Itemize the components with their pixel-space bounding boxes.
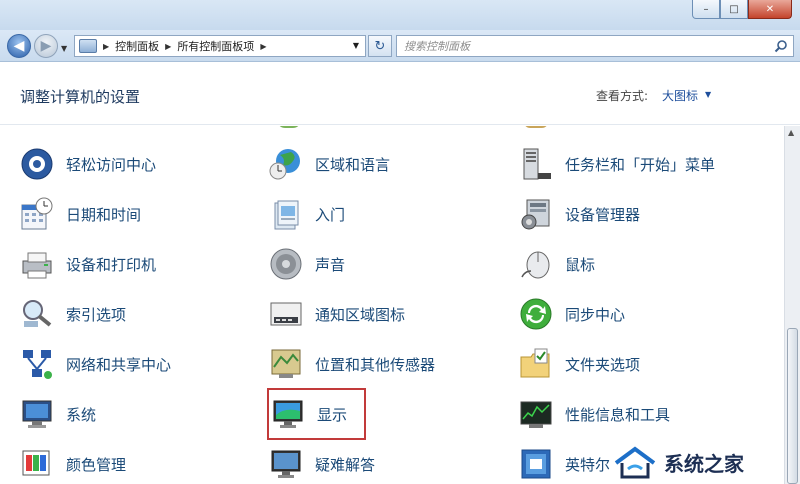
printer-icon (22, 252, 52, 279)
item-intel[interactable]: 英特尔 (519, 442, 610, 484)
folder-options-icon (520, 348, 550, 378)
item-troubleshooting[interactable]: 疑难解答 (269, 442, 375, 484)
item-label: 轻松访问中心 (66, 155, 157, 174)
item-label: 通知区域图标 (315, 305, 406, 324)
item-label: 鼠标 (565, 255, 596, 274)
item-label: 文件夹选项 (565, 355, 641, 374)
troubleshooting-icon (271, 450, 301, 478)
item-mouse[interactable]: 鼠标 (519, 242, 595, 286)
recent-pages-dropdown-icon[interactable]: ▼ (61, 44, 67, 53)
item-system[interactable]: 系统 (20, 392, 96, 436)
control-panel-icon (79, 39, 97, 53)
item-taskbar-start-menu[interactable]: 任务栏和「开始」菜单 (519, 142, 715, 186)
control-panel-items: 轻松访问中心 区域和语言 任务栏和「开始」菜单 日期和时间 入门 设备管理器 设… (0, 126, 784, 484)
item-performance[interactable]: 性能信息和工具 (519, 392, 670, 436)
item-notification-icons[interactable]: 通知区域图标 (269, 292, 405, 336)
color-management-icon (22, 450, 50, 476)
item-label: 设备和打印机 (66, 255, 157, 274)
network-icon (23, 350, 52, 379)
breadcrumb-separator-icon[interactable]: ▶ (165, 42, 171, 51)
location-sensor-icon (271, 349, 301, 378)
scroll-up-icon[interactable]: ▲ (788, 128, 798, 138)
minimize-button[interactable]: – (692, 0, 720, 19)
maximize-button[interactable]: □ (720, 0, 748, 19)
view-by-dropdown[interactable]: 大图标 (662, 87, 698, 104)
page-title: 调整计算机的设置 (20, 88, 141, 106)
forward-button[interactable]: ▶ (34, 34, 58, 58)
item-label: 位置和其他传感器 (315, 355, 436, 374)
device-manager-icon (521, 199, 550, 230)
item-label: 区域和语言 (315, 155, 391, 174)
breadcrumb-separator-icon[interactable]: ▶ (260, 42, 266, 51)
ease-of-access-icon (21, 148, 53, 180)
item-getting-started[interactable]: 入门 (269, 192, 345, 236)
item-device-manager[interactable]: 设备管理器 (519, 192, 640, 236)
item-label: 任务栏和「开始」菜单 (565, 155, 716, 174)
item-date-time[interactable]: 日期和时间 (20, 192, 141, 236)
item-label: 性能信息和工具 (565, 405, 671, 424)
item-label: 英特尔 (565, 455, 611, 474)
refresh-button[interactable]: ↻ (368, 35, 392, 57)
notification-icon (270, 302, 302, 326)
item-region-language[interactable]: 区域和语言 (269, 142, 390, 186)
item-folder-options[interactable]: 文件夹选项 (519, 342, 640, 386)
item-label: 系统 (66, 405, 97, 424)
taskbar-icon (523, 148, 551, 180)
breadcrumb-separator-icon[interactable]: ▶ (103, 42, 109, 51)
item-label: 同步中心 (565, 305, 626, 324)
chevron-down-icon[interactable]: ▼ (705, 90, 711, 99)
search-input[interactable] (404, 39, 764, 53)
breadcrumb[interactable]: ▶ 控制面板 ▶ 所有控制面板项 ▶ ▼ (74, 35, 366, 57)
system-icon (22, 400, 52, 428)
item-label: 颜色管理 (66, 455, 127, 474)
item-label: 入门 (315, 205, 346, 224)
item-label: 日期和时间 (66, 205, 142, 224)
breadcrumb-all-items[interactable]: 所有控制面板项 (177, 38, 254, 54)
house-logo-icon (614, 446, 656, 479)
partial-item-icon (277, 126, 301, 128)
sync-icon (520, 298, 552, 330)
item-label: 索引选项 (66, 305, 127, 324)
close-button[interactable]: ✕ (748, 0, 792, 19)
address-dropdown-icon[interactable]: ▼ (353, 41, 359, 50)
address-bar: ◀ ▶ ▼ ▶ 控制面板 ▶ 所有控制面板项 ▶ ▼ ↻ (0, 30, 800, 62)
content-header: 调整计算机的设置 查看方式: 大图标 ▼ (0, 63, 800, 125)
window-controls: – □ ✕ (692, 0, 792, 19)
display-highlight-box (267, 388, 366, 440)
window-titlebar: – □ ✕ (0, 0, 800, 30)
mouse-icon (521, 251, 550, 279)
item-sync-center[interactable]: 同步中心 (519, 292, 625, 336)
region-language-icon (269, 149, 300, 180)
item-location-sensors[interactable]: 位置和其他传感器 (269, 342, 435, 386)
view-by-label: 查看方式: (596, 89, 649, 103)
item-label: 网络和共享中心 (66, 355, 172, 374)
watermark-text: 系统之家 (664, 451, 744, 476)
back-button[interactable]: ◀ (7, 34, 31, 58)
item-network-sharing[interactable]: 网络和共享中心 (20, 342, 171, 386)
breadcrumb-control-panel[interactable]: 控制面板 (115, 38, 159, 54)
indexing-icon (23, 300, 52, 327)
speaker-icon (270, 248, 302, 280)
item-color-management[interactable]: 颜色管理 (20, 442, 126, 484)
search-box (396, 35, 794, 57)
item-indexing-options[interactable]: 索引选项 (20, 292, 126, 336)
item-label: 疑难解答 (315, 455, 376, 474)
partial-item-icon (524, 126, 548, 128)
date-time-icon (21, 197, 53, 230)
search-icon[interactable] (774, 39, 788, 53)
getting-started-icon (274, 200, 299, 230)
item-devices-printers[interactable]: 设备和打印机 (20, 242, 156, 286)
performance-icon (520, 401, 552, 428)
intel-icon (521, 449, 551, 479)
item-sound[interactable]: 声音 (269, 242, 345, 286)
item-label: 设备管理器 (565, 205, 641, 224)
item-ease-of-access[interactable]: 轻松访问中心 (20, 142, 156, 186)
vertical-scrollbar[interactable]: ▲ (784, 126, 800, 484)
item-label: 声音 (315, 255, 346, 274)
site-watermark: 系统之家 (612, 440, 800, 484)
